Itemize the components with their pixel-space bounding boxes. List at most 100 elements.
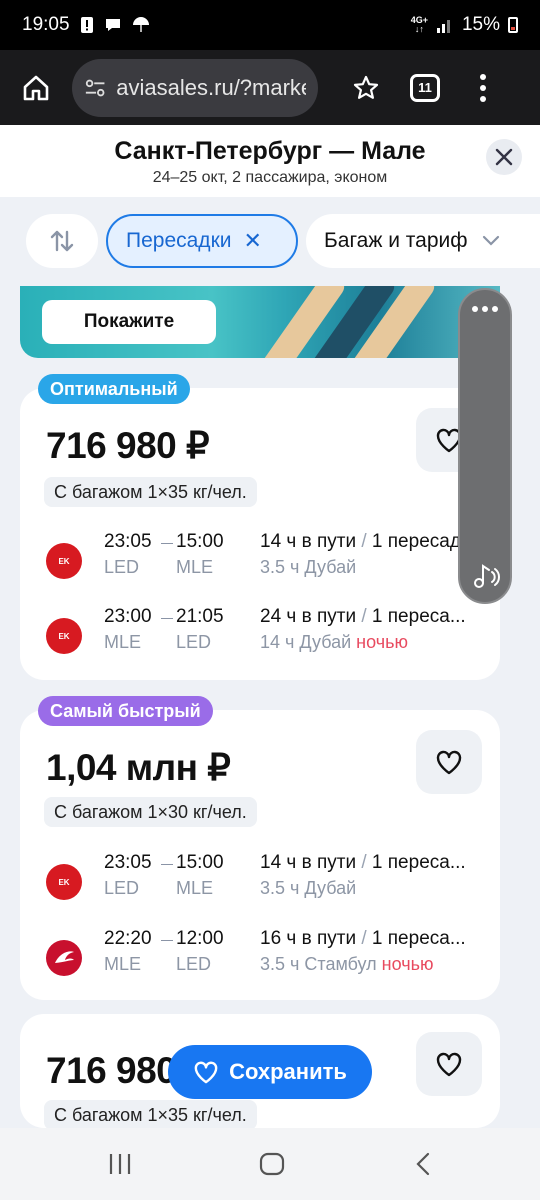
layover-info: 3.5 ч Дубай [260, 557, 356, 578]
flight-segment: EK 23:00 21:05 MLE LED 24 ч в пути / 1 п… [20, 606, 500, 662]
route-title: Санкт-Петербург — Мале [114, 137, 426, 165]
filter-chips: Пересадки ✕ Багаж и тариф [0, 197, 540, 285]
banner-show-button[interactable]: Покажите [42, 300, 216, 344]
baggage-filter-label: Багаж и тариф [324, 229, 468, 252]
time-separator [161, 864, 173, 865]
save-label: Сохранить [229, 1059, 347, 1084]
recents-icon [109, 1154, 131, 1174]
departure-code: LED [104, 878, 140, 898]
departure-time: 23:05 [104, 531, 152, 552]
layover: 3.5 ч Стамбул [260, 954, 377, 974]
site-settings-icon [85, 79, 105, 96]
system-navigation-bar [0, 1128, 540, 1200]
sort-arrows-icon [50, 230, 74, 252]
ticket-price: 716 980 [46, 1050, 177, 1091]
stops-filter-chip[interactable]: Пересадки ✕ [106, 214, 298, 268]
mobile-data-icon: 4G+ ↓↑ [410, 15, 428, 34]
browser-menu-button[interactable] [480, 73, 486, 102]
baggage-tag: С багажом 1×35 кг/чел. [44, 1100, 257, 1130]
tab-switcher-button[interactable]: 11 [410, 73, 440, 102]
clear-filter-icon[interactable]: ✕ [243, 228, 261, 254]
stops-filter-label: Пересадки [126, 229, 232, 252]
star-icon [353, 75, 379, 99]
battery-percent: 15% [461, 14, 500, 35]
flight-segment: 22:20 12:00 MLE LED 16 ч в пути / 1 пере… [20, 928, 500, 984]
baggage-tag: С багажом 1×35 кг/чел. [44, 477, 257, 507]
departure-time: 22:20 [104, 928, 152, 949]
optimal-badge: Оптимальный [38, 374, 190, 404]
favorite-button[interactable] [416, 730, 482, 794]
departure-code: MLE [104, 632, 142, 652]
signal-icon [436, 20, 450, 33]
home-button[interactable] [16, 68, 56, 108]
url-text: aviasales.ru/?marker [116, 74, 306, 100]
baggage-filter-chip[interactable]: Багаж и тариф [306, 214, 540, 268]
heart-icon [436, 1052, 462, 1077]
save-button[interactable]: Сохранить [168, 1045, 372, 1099]
night-flag: ночью [356, 632, 408, 652]
ticket-price: 716 980 ₽ [46, 425, 210, 466]
promo-banner[interactable]: Покажите [20, 286, 500, 358]
dot [472, 306, 478, 312]
back-chevron-icon [416, 1152, 430, 1176]
more-options-icon[interactable] [460, 306, 510, 312]
baggage-tag: С багажом 1×30 кг/чел. [44, 797, 257, 827]
duration-stops: 14 ч в пути / 1 переса... [260, 852, 492, 874]
chat-icon [105, 19, 120, 31]
home-nav-button[interactable] [252, 1146, 292, 1182]
favorite-button[interactable] [416, 1032, 482, 1096]
turkish-airlines-logo [46, 940, 82, 976]
stops-separator: / [361, 531, 367, 552]
ticket-card[interactable]: Самый быстрый 1,04 млн ₽ С багажом 1×30 … [20, 696, 500, 1000]
flight-segment: EK 23:05 15:00 LED MLE 14 ч в пути / 1 п… [20, 531, 500, 587]
umbrella-icon [132, 17, 149, 32]
departure-code: MLE [104, 954, 142, 974]
music-button[interactable] [468, 558, 504, 594]
stops-separator: / [361, 928, 367, 949]
flight-segment: EK 23:05 15:00 LED MLE 14 ч в пути / 1 п… [20, 852, 500, 908]
layover: 3.5 ч Дубай [260, 878, 357, 898]
address-bar[interactable]: aviasales.ru/?marker [72, 58, 318, 117]
duration-stops: 16 ч в пути / 1 переса... [260, 928, 492, 950]
bird-icon [55, 951, 74, 963]
duration-stops: 24 ч в пути / 1 переса... [260, 606, 492, 628]
ticket-price: 1,04 млн ₽ [46, 747, 231, 788]
duration: 14 ч в пути [260, 852, 357, 873]
alert-icon [80, 17, 93, 33]
departure-time: 23:00 [104, 606, 152, 627]
time-separator [161, 543, 173, 544]
route-subtitle: 24–25 окт, 2 пассажира, эконом [152, 169, 388, 186]
home-circle-icon [259, 1152, 285, 1176]
stops-separator: / [361, 606, 367, 627]
dot [492, 306, 498, 312]
back-button[interactable] [404, 1146, 444, 1182]
bookmark-button[interactable] [346, 68, 386, 108]
emirates-logo: EK [46, 864, 82, 900]
emirates-logo: EK [46, 543, 82, 579]
arrival-time: 15:00 [176, 531, 224, 552]
tab-count: 11 [418, 80, 432, 95]
time-separator [161, 618, 173, 619]
duration: 16 ч в пути [260, 928, 357, 949]
close-icon [495, 148, 513, 166]
recent-apps-button[interactable] [100, 1146, 140, 1182]
home-icon [23, 75, 49, 100]
sort-button[interactable] [26, 214, 98, 268]
layover: 14 ч Дубай [260, 632, 352, 652]
layover-info: 3.5 ч Дубай [260, 878, 356, 899]
stops: 1 переса... [371, 928, 466, 949]
menu-dot [480, 84, 486, 91]
ticket-card[interactable]: Оптимальный 716 980 ₽ С багажом 1×35 кг/… [20, 374, 500, 680]
status-time: 19:05 [22, 14, 70, 35]
departure-time: 23:05 [104, 852, 152, 873]
arrival-time: 21:05 [176, 606, 224, 627]
arrival-code: MLE [176, 557, 214, 577]
floating-media-panel[interactable] [458, 288, 512, 604]
layover: 3.5 ч Дубай [260, 557, 357, 577]
arrival-code: LED [176, 632, 212, 652]
music-note-icon [474, 564, 500, 588]
fastest-badge: Самый быстрый [38, 696, 213, 726]
close-button[interactable] [486, 139, 522, 175]
route-header: Санкт-Петербург — Мале 24–25 окт, 2 пасс… [0, 125, 540, 197]
arrival-code: MLE [176, 878, 214, 898]
